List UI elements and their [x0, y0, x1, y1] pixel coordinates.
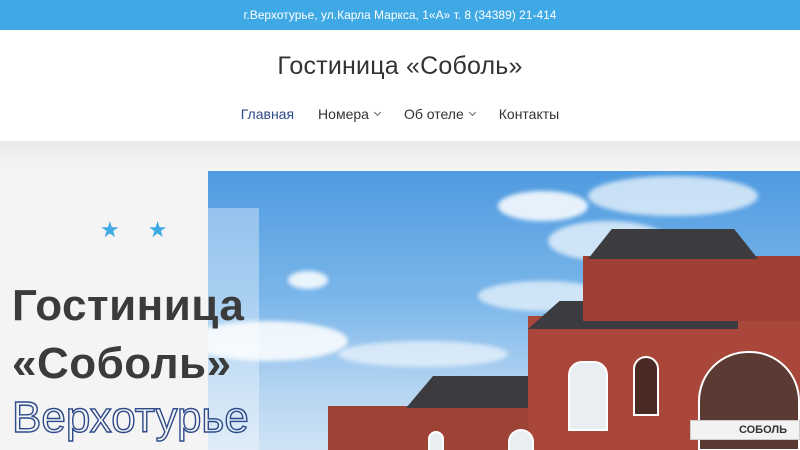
nav-item-label: Об отеле — [403, 106, 464, 122]
hotel-sign: СОБОЛЬ — [690, 420, 800, 440]
nav-item-home[interactable]: Главная — [241, 106, 294, 122]
nav-item-label: Главная — [240, 106, 295, 122]
hero-title-line2: «Соболь» — [12, 339, 232, 388]
main-nav: Главная Номера Об отеле Контакты — [0, 106, 800, 122]
hero-title-line1: Гостиница — [12, 281, 245, 330]
site-title[interactable]: Гостиница «Соболь» — [0, 52, 800, 81]
nav-item-about[interactable]: Об отеле — [403, 106, 476, 122]
nav-item-rooms[interactable]: Номера — [318, 106, 381, 122]
chevron-down-icon — [468, 108, 476, 117]
nav-item-contacts[interactable]: Контакты — [499, 106, 559, 122]
chevron-down-icon — [373, 108, 381, 117]
nav-item-label: Номера — [318, 106, 369, 122]
star-icon: ★ — [147, 217, 168, 242]
hero-section: СОБОЛЬ ★ ★ Гостиница «Соболь» Верхотурье — [0, 141, 800, 450]
hero-title-line3: Верхотурье — [11, 392, 249, 442]
rating-stars: ★ ★ — [100, 219, 167, 241]
sign-text: СОБОЛЬ — [738, 424, 787, 436]
top-info-bar: г.Верхотурье, ул.Карла Маркса, 1«А» т. 8… — [0, 0, 800, 30]
star-icon: ★ — [100, 217, 120, 242]
nav-item-label: Контакты — [498, 106, 560, 122]
hotel-photo — [208, 171, 800, 450]
site-header: Гостиница «Соболь» Главная Номера Об оте… — [0, 30, 800, 141]
contact-address: г.Верхотурье, ул.Карла Маркса, 1«А» т. 8… — [243, 8, 557, 22]
